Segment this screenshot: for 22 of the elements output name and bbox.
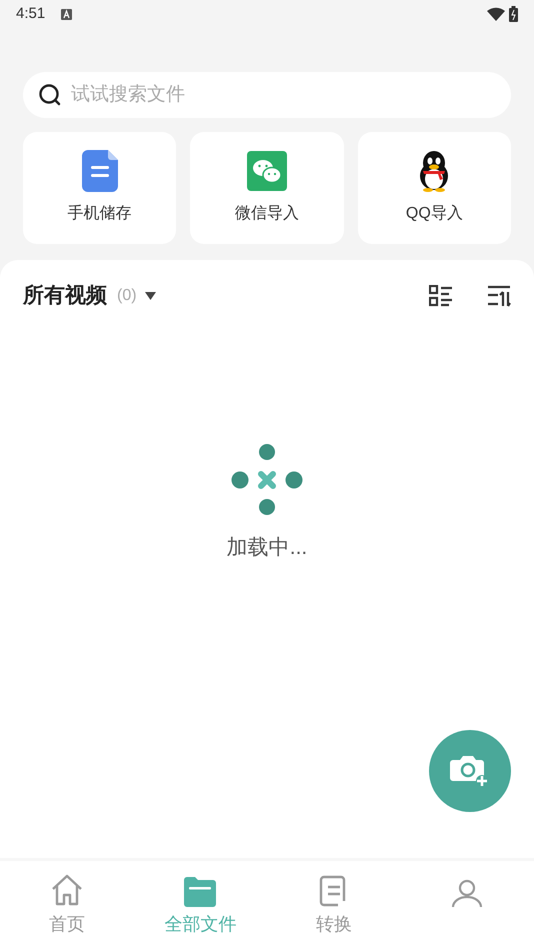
document-icon [82, 150, 118, 192]
sort-icon[interactable] [487, 284, 511, 307]
home-icon [50, 873, 84, 907]
loading-spinner-icon [231, 444, 303, 516]
person-icon [451, 879, 484, 907]
battery-icon [509, 6, 518, 22]
status-time: 4:51 [16, 4, 46, 24]
wifi-icon [487, 7, 505, 21]
loading-text: 加载中... [226, 534, 308, 560]
folder-icon [184, 877, 216, 907]
import-source-card[interactable]: QQ导入 [358, 132, 511, 244]
item-count: (0) [117, 286, 137, 306]
section-title: 所有视频 [23, 283, 107, 309]
dropdown-caret-icon[interactable] [144, 292, 156, 300]
add-camera-icon [450, 754, 490, 788]
grid-view-icon[interactable] [429, 284, 453, 307]
search-field[interactable]: 试试搜索文件 [23, 72, 511, 118]
import-source-card[interactable]: 手机储存 [23, 132, 176, 244]
chat-bubbles-icon [246, 151, 287, 191]
import-source-card[interactable]: 微信导入 [190, 132, 344, 244]
notification-icon [61, 8, 72, 20]
search-icon [38, 83, 62, 107]
